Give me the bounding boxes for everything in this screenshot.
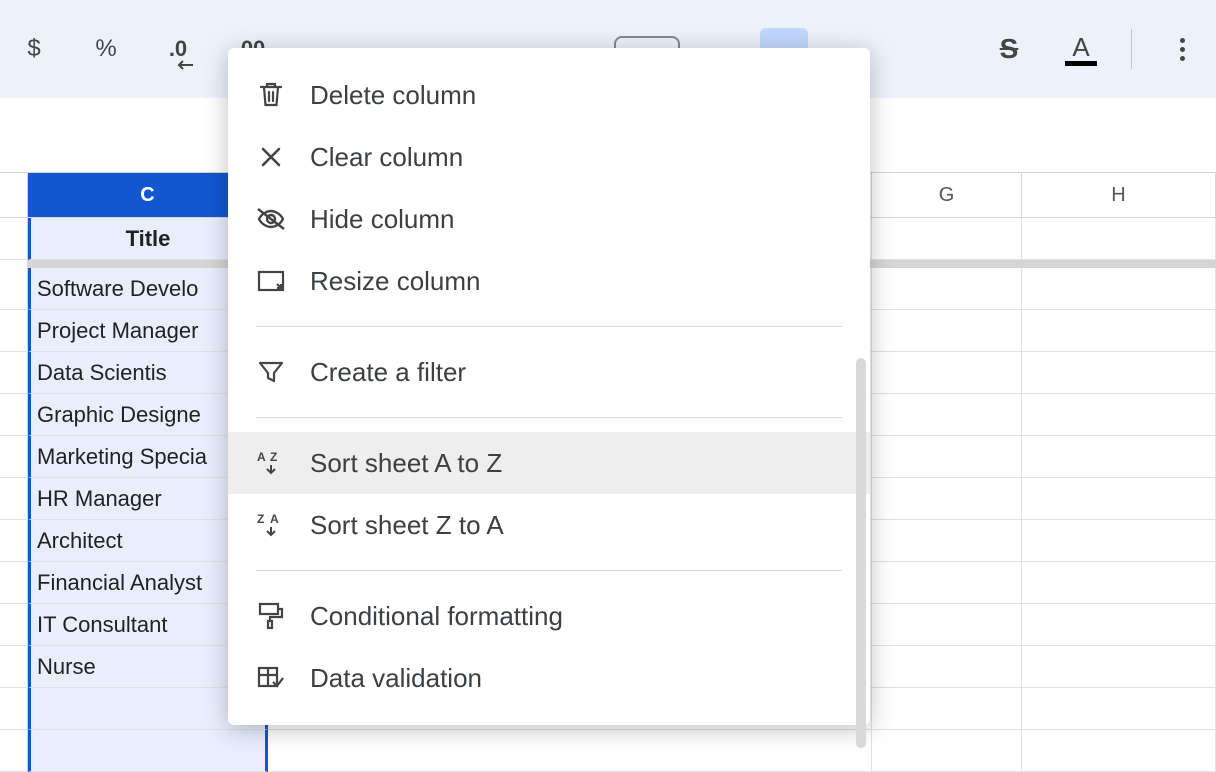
cell-empty[interactable] — [872, 688, 1022, 730]
svg-text:A: A — [257, 450, 266, 464]
close-icon — [256, 142, 286, 172]
cell-empty[interactable] — [872, 604, 1022, 646]
eye-off-icon — [256, 204, 286, 234]
cell-empty[interactable] — [28, 730, 268, 772]
cell-empty[interactable] — [1022, 310, 1216, 352]
svg-text:A: A — [270, 512, 279, 526]
text-color-label: A — [1072, 32, 1089, 63]
cell-empty[interactable] — [1022, 268, 1216, 310]
menu-item-label: Create a filter — [310, 357, 466, 388]
menu-item-label: Resize column — [310, 266, 481, 297]
cell-empty[interactable] — [872, 520, 1022, 562]
cell-empty[interactable] — [872, 268, 1022, 310]
more-options-button[interactable] — [1160, 27, 1204, 71]
menu-delete-column[interactable]: Delete column — [228, 64, 870, 126]
resize-icon — [256, 266, 286, 296]
column-header-h[interactable]: H — [1022, 173, 1216, 217]
corner-gutter[interactable] — [0, 173, 28, 217]
table-row — [0, 730, 1216, 772]
menu-item-label: Clear column — [310, 142, 463, 173]
menu-divider — [256, 570, 842, 571]
cell-empty[interactable] — [1022, 730, 1216, 772]
menu-item-label: Sort sheet A to Z — [310, 448, 502, 479]
column-context-menu: Delete column Clear column Hide column R… — [228, 48, 870, 725]
menu-sort-az[interactable]: AZ Sort sheet A to Z — [228, 432, 870, 494]
menu-item-label: Data validation — [310, 663, 482, 694]
cell-empty[interactable] — [872, 394, 1022, 436]
paint-roller-icon — [256, 601, 286, 631]
menu-sort-za[interactable]: ZA Sort sheet Z to A — [228, 494, 870, 556]
cell-empty[interactable] — [872, 352, 1022, 394]
cell-empty[interactable] — [1022, 688, 1216, 730]
cell-empty[interactable] — [1022, 562, 1216, 604]
cell-empty[interactable] — [1022, 646, 1216, 688]
cell-empty[interactable] — [1022, 478, 1216, 520]
cell-empty[interactable] — [268, 730, 872, 772]
strikethrough-button[interactable]: S — [987, 27, 1031, 71]
sort-az-icon: AZ — [256, 448, 286, 478]
menu-item-label: Delete column — [310, 80, 476, 111]
menu-divider — [256, 326, 842, 327]
menu-clear-column[interactable]: Clear column — [228, 126, 870, 188]
menu-resize-column[interactable]: Resize column — [228, 250, 870, 312]
decrease-decimal-icon: .0 — [169, 36, 187, 62]
cell-empty[interactable] — [872, 436, 1022, 478]
menu-data-validation[interactable]: Data validation — [228, 647, 870, 709]
text-color-button[interactable]: A — [1059, 27, 1103, 71]
menu-create-filter[interactable]: Create a filter — [228, 341, 870, 403]
cell-empty[interactable] — [872, 478, 1022, 520]
cell-empty[interactable] — [872, 562, 1022, 604]
text-color-swatch — [1065, 61, 1097, 66]
menu-divider — [256, 417, 842, 418]
decrease-decimal-button[interactable]: .0 — [156, 27, 200, 71]
cell-empty[interactable] — [1022, 352, 1216, 394]
format-currency-button[interactable]: $ — [12, 27, 56, 71]
cell-empty[interactable] — [1022, 520, 1216, 562]
sort-za-icon: ZA — [256, 510, 286, 540]
menu-hide-column[interactable]: Hide column — [228, 188, 870, 250]
more-vertical-icon — [1180, 38, 1185, 61]
svg-text:Z: Z — [257, 512, 264, 526]
svg-text:Z: Z — [270, 450, 277, 464]
cell-empty[interactable] — [872, 310, 1022, 352]
data-validation-icon — [256, 663, 286, 693]
cell-empty[interactable] — [1022, 436, 1216, 478]
cell-empty[interactable] — [872, 646, 1022, 688]
cell-empty[interactable] — [1022, 394, 1216, 436]
toolbar-separator — [1131, 29, 1132, 69]
menu-scrollbar[interactable] — [856, 358, 866, 748]
cell-empty[interactable] — [1022, 218, 1216, 260]
cell-empty[interactable] — [872, 218, 1022, 260]
trash-icon — [256, 80, 286, 110]
menu-item-label: Sort sheet Z to A — [310, 510, 504, 541]
column-header-g[interactable]: G — [872, 173, 1022, 217]
filter-icon — [256, 357, 286, 387]
menu-conditional-formatting[interactable]: Conditional formatting — [228, 585, 870, 647]
format-percent-button[interactable]: % — [84, 27, 128, 71]
menu-item-label: Conditional formatting — [310, 601, 563, 632]
cell-empty[interactable] — [1022, 604, 1216, 646]
cell-empty[interactable] — [872, 730, 1022, 772]
menu-item-label: Hide column — [310, 204, 455, 235]
